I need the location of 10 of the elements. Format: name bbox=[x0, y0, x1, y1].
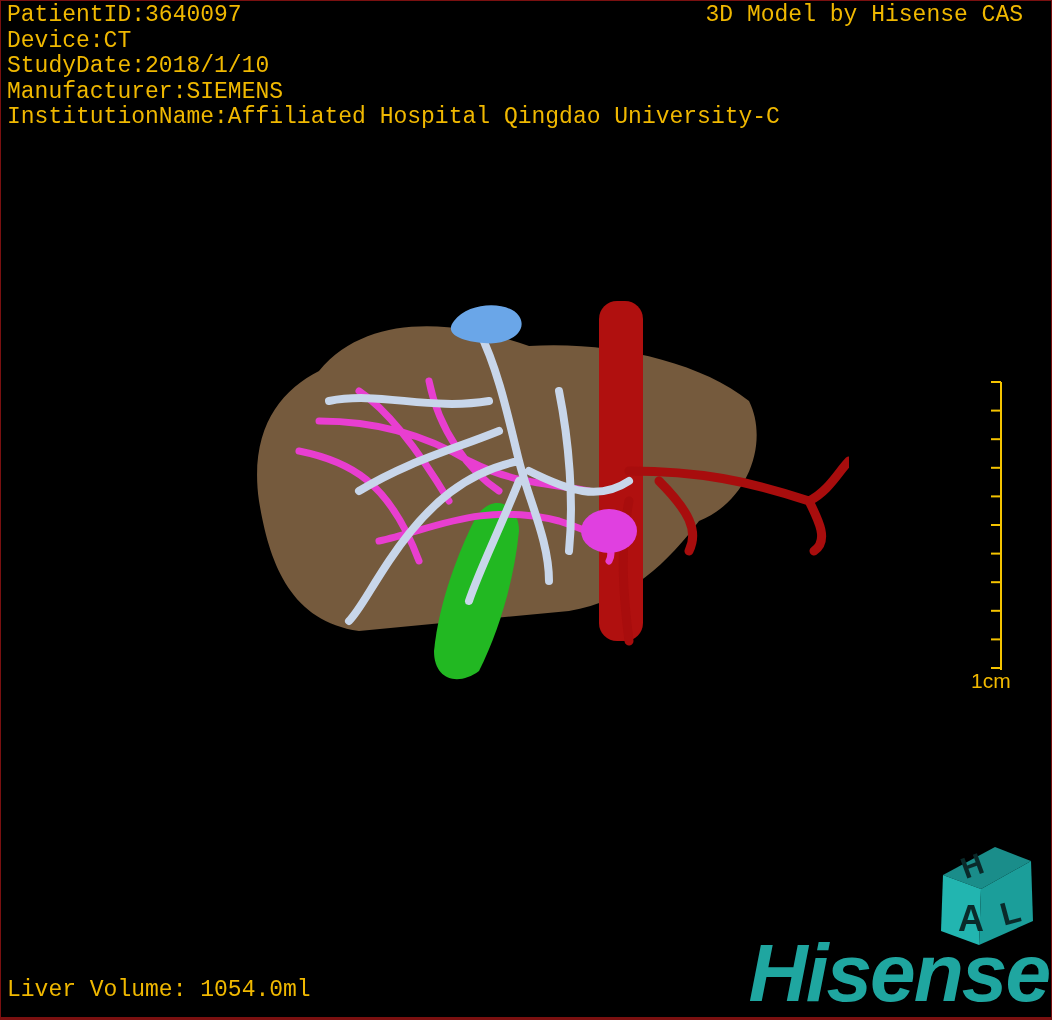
info-text: PatientID:3640097 bbox=[7, 3, 242, 29]
liver-volume-text: Liver Volume: 1054.0ml bbox=[7, 977, 311, 1003]
info-text: StudyDate:2018/1/10 bbox=[7, 54, 270, 80]
cube-face-label: L bbox=[996, 892, 1025, 933]
info-text: Manufacturer:SIEMENS bbox=[7, 79, 284, 105]
info-text: InstitutionName:Affiliated Hospital Qingdao University-C bbox=[7, 105, 780, 131]
caption-text: 3D Model by Hisense CAS bbox=[705, 3, 1023, 29]
info-text: Device:CT bbox=[7, 28, 132, 54]
cube-face-label: H bbox=[956, 846, 988, 885]
scale-label: 1cm bbox=[971, 669, 1011, 693]
